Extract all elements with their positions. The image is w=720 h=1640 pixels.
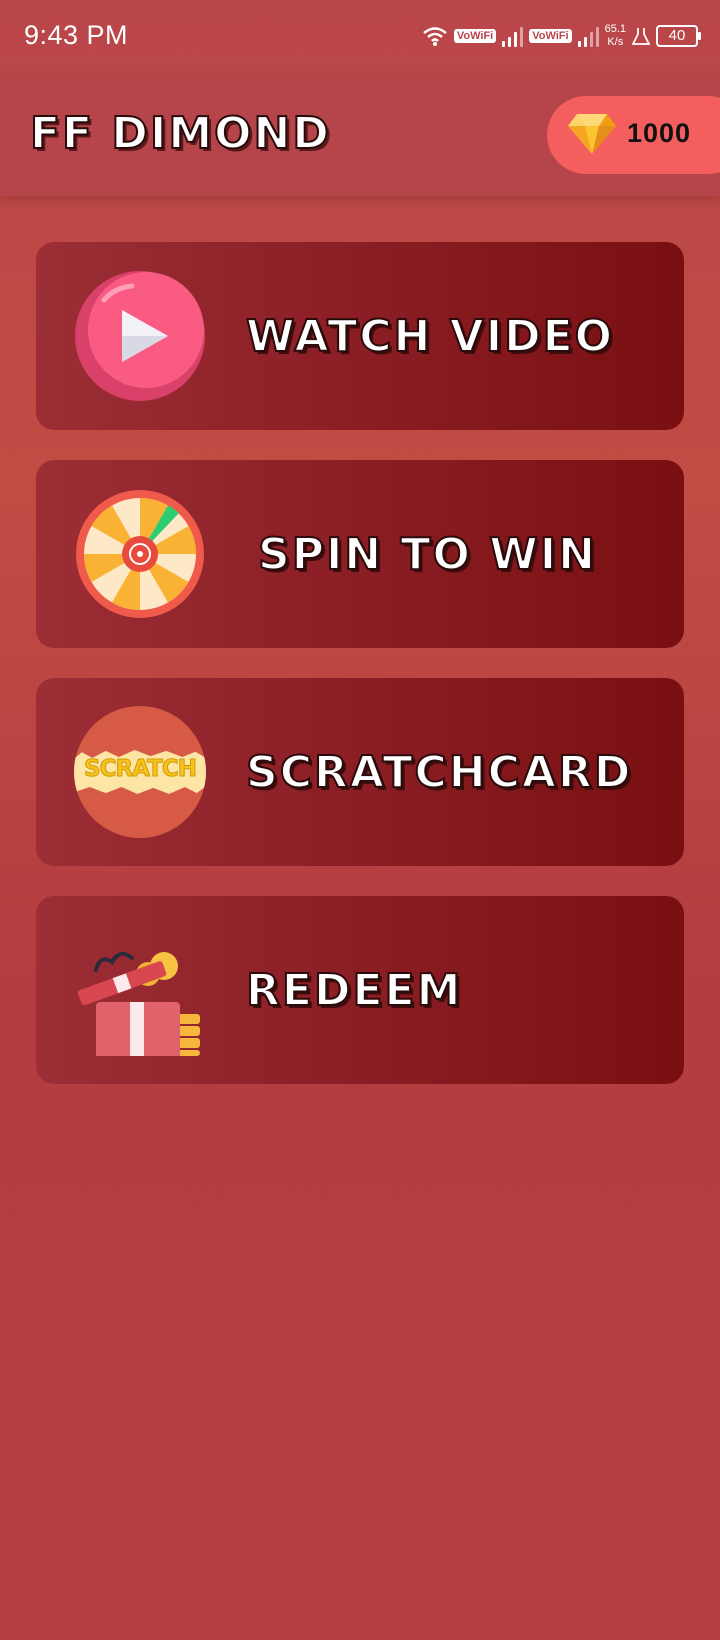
spin-wheel-icon [76,490,204,618]
vowifi-badge-2: VoWiFi [529,29,572,43]
scratchcard-card[interactable]: SCRATCH SCRATCHCARD [36,678,684,866]
play-video-icon [75,271,205,401]
watch-video-card[interactable]: WATCH VIDEO [36,242,684,430]
status-time: 9:43 PM [24,20,129,50]
status-bar: 9:43 PM VoWiFi VoWiFi 65.1 K/s 40 [0,0,720,76]
app-bar: FF DIMOND 1000 [0,76,720,196]
spin-to-win-card[interactable]: SPIN TO WIN [36,460,684,648]
watch-video-label: WATCH VIDEO [245,310,615,363]
scratch-icon-text: SCRATCH [84,756,198,783]
lab-flask-icon [632,28,650,45]
net-speed-unit: K/s [607,36,624,48]
net-speed: 65.1 K/s [605,23,626,49]
redeem-card[interactable]: REDEEM [36,896,684,1084]
diamond-icon [568,114,616,154]
gift-box-icon [77,951,200,1056]
vowifi-badge: VoWiFi [453,29,497,43]
net-speed-value: 65.1 [604,23,626,35]
scratchcard-label: SCRATCHCARD [245,746,633,799]
battery-indicator: 40 [656,25,701,47]
scratch-icon: SCRATCH [74,706,206,838]
status-icons: VoWiFi VoWiFi 65.1 K/s 40 [422,20,701,52]
signal-icon [502,25,524,47]
app-title: FF DIMOND [29,107,331,160]
spin-to-win-label: SPIN TO WIN [257,528,597,581]
wifi-icon [423,27,447,46]
coin-count: 1000 [627,118,692,148]
coin-balance[interactable]: 1000 [547,96,720,174]
redeem-label: REDEEM [245,964,463,1017]
signal-icon-2 [577,25,599,47]
